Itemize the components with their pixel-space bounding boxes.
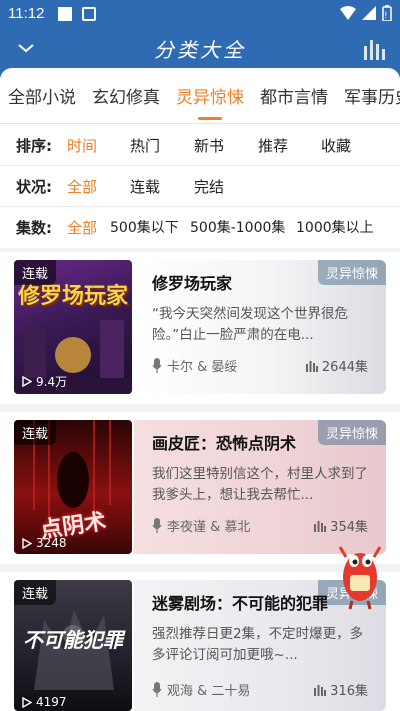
filter-option[interactable]: 推荐 [258,135,321,156]
app-notification-icon [82,7,96,21]
app-header: 分类大全 [0,28,400,70]
filter-option[interactable]: 1000集以上 [296,217,382,237]
filter-option[interactable]: 完结 [194,176,258,197]
book-author: 李夜谨 & 慕北 [152,516,250,535]
filter-option[interactable]: 全部 [67,176,130,197]
book-author: 卡尔 & 晏绥 [152,356,237,375]
bar-chart-icon[interactable] [362,38,386,60]
wifi-icon [340,6,356,20]
filter-option[interactable]: 新书 [194,135,258,156]
filter-option[interactable]: 收藏 [321,135,361,156]
episode-count-value: 316集 [330,684,368,699]
episodes-icon [305,360,318,372]
status-badge: 连载 [14,580,57,605]
play-count: 4197 [22,695,67,709]
tab-military[interactable]: 军事历史 [336,76,400,120]
status-bar: 11:12 ! [0,0,400,28]
microphone-icon [152,358,162,373]
tab-fantasy[interactable]: 玄幻修真 [84,76,168,120]
book-info[interactable]: 灵异惊悚 画皮匠：恐怖点阴术 我们这里特别信这个，村里人求到了我爹头上，想让我去… [134,420,386,554]
notification-icon [58,7,72,21]
filter-label: 集数: [16,218,52,237]
author-name: 李夜谨 & 慕北 [167,520,251,535]
book-cover[interactable]: 修罗场玩家 连载 9.4万 [14,260,132,394]
episodes-icon [314,684,327,696]
signal-icon [362,6,376,20]
play-count-value: 4197 [36,695,67,709]
book-list: 修罗场玩家 连载 9.4万 灵异惊悚 修罗场玩家 “我今天突然间发现这个世界很危… [0,248,400,711]
filter-option[interactable]: 500集-1000集 [190,217,296,237]
category-tabs: 全部小说 玄幻修真 灵异惊悚 都市言情 军事历史 [0,76,400,120]
mascot-floating-icon[interactable] [336,537,384,611]
episode-count-value: 354集 [330,520,368,535]
play-count: 9.4万 [22,373,67,390]
cover-title: 修罗场玩家 [17,283,128,309]
tab-romance[interactable]: 都市言情 [252,76,336,120]
play-count: 3248 [22,536,67,550]
book-description: 我们这里特别信这个，村里人求到了我爹头上，想让我去帮忙... [152,466,368,503]
episodes-icon [314,520,327,532]
episode-count: 2644集 [305,356,368,375]
tab-horror[interactable]: 灵异惊悚 [168,76,252,120]
status-time: 11:12 [8,5,45,22]
filter-option[interactable]: 热门 [130,135,194,156]
book-description: 强烈推荐日更2集，不定时爆更，多多评论订阅可加更哦~... [152,626,364,663]
episode-count: 316集 [314,680,368,699]
divider [0,123,400,124]
page-title: 分类大全 [154,38,246,62]
sort-filter-row: 排序: 时间 热门 新书 推荐 收藏 [0,125,400,165]
play-icon [22,537,32,549]
episode-count: 354集 [314,516,368,535]
status-badge: 连载 [14,260,57,285]
book-cover[interactable]: 点阴术 连载 3248 [14,420,132,554]
play-icon [22,696,32,708]
microphone-icon [152,518,162,533]
battery-icon: ! [382,5,392,21]
book-title: 迷雾剧场：不可能的犯罪 [152,594,329,613]
book-description: “我今天突然间发现这个世界很危险。”白止一脸严肃的在电... [152,306,348,343]
microphone-icon [152,682,162,697]
filter-option[interactable]: 时间 [67,135,130,156]
book-title: 画皮匠：恐怖点阴术 [152,434,297,453]
cover-title: 不可能犯罪 [23,628,123,652]
book-cover[interactable]: 不可能犯罪 连载 4197 [14,580,132,711]
play-icon [22,376,32,387]
episode-count-value: 2644集 [321,360,368,375]
filter-label: 状况: [16,177,52,196]
book-title: 修罗场玩家 [152,274,233,293]
filter-label: 排序: [16,136,52,155]
book-info[interactable]: 灵异惊悚 修罗场玩家 “我今天突然间发现这个世界很危险。”白止一脸严肃的在电..… [134,260,386,394]
filter-option[interactable]: 连载 [130,176,194,197]
filter-option[interactable]: 500集以下 [110,217,190,237]
book-author: 观海 & 二十易 [152,680,250,699]
play-count-value: 9.4万 [36,375,68,389]
episodes-filter-row: 集数: 全部 500集以下 500集-1000集 1000集以上 [0,207,400,247]
author-name: 观海 & 二十易 [167,684,251,699]
svg-text:!: ! [384,11,388,21]
play-count-value: 3248 [36,536,67,550]
book-card[interactable]: 修罗场玩家 连载 9.4万 灵异惊悚 修罗场玩家 “我今天突然间发现这个世界很危… [0,252,400,404]
tab-all[interactable]: 全部小说 [0,76,84,120]
filter-option[interactable]: 全部 [67,217,110,238]
state-filter-row: 状况: 全部 连载 完结 [0,166,400,206]
author-name: 卡尔 & 晏绥 [167,360,238,375]
status-badge: 连载 [14,420,57,445]
